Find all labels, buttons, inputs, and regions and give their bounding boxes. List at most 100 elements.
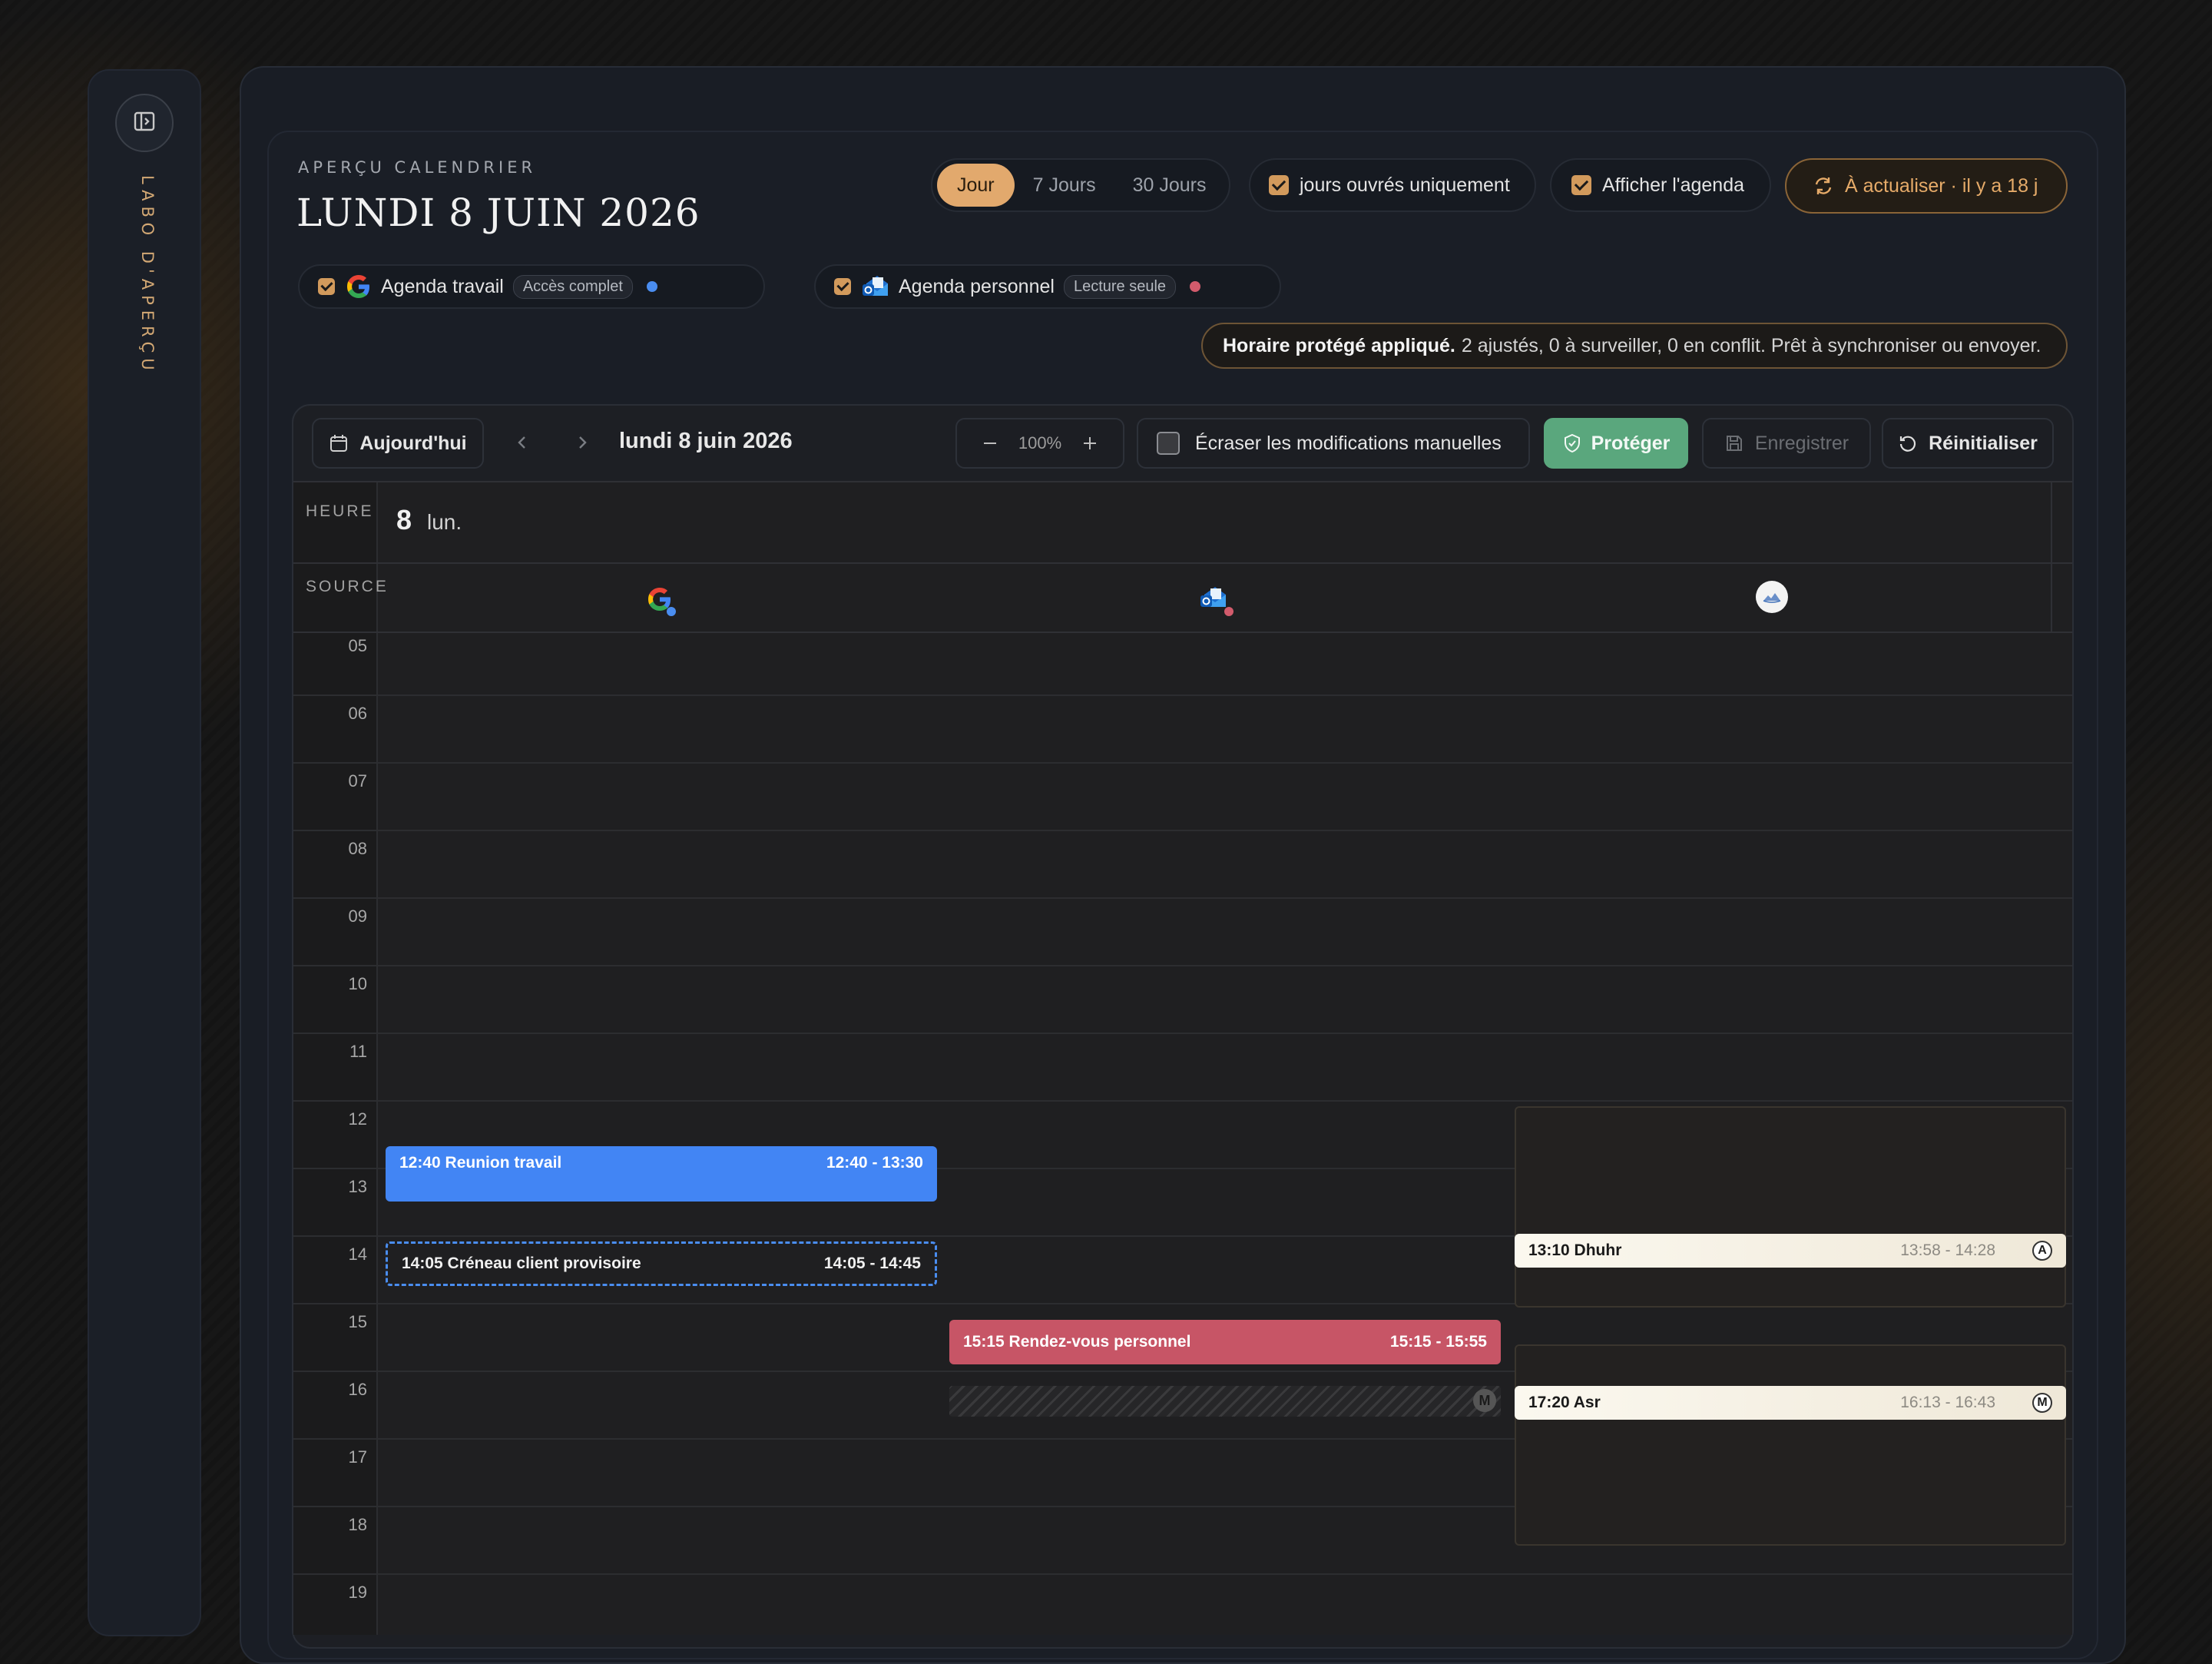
hour-label: 12 bbox=[348, 1109, 367, 1129]
view-option-7-days[interactable]: 7 Jours bbox=[1015, 164, 1114, 207]
today-label: Aujourd'hui bbox=[359, 432, 467, 454]
zoom-level: 100% bbox=[1018, 433, 1062, 452]
hour-label: 19 bbox=[348, 1583, 367, 1602]
hour-line bbox=[293, 1100, 2072, 1102]
zoom-in-icon[interactable] bbox=[1081, 435, 1098, 452]
event-personal[interactable]: 15:15 Rendez-vous personnel 15:15 - 15:5… bbox=[949, 1320, 1501, 1364]
hour-label: 10 bbox=[348, 974, 367, 993]
calendar-icon bbox=[329, 433, 349, 453]
event-time: 12:40 - 13:30 bbox=[826, 1154, 923, 1172]
show-agenda-checkbox[interactable] bbox=[1571, 175, 1591, 195]
today-button[interactable]: Aujourd'hui bbox=[312, 418, 484, 469]
google-icon bbox=[344, 272, 373, 301]
event-marker: M bbox=[2032, 1393, 2052, 1413]
calendar-work-name: Agenda travail bbox=[381, 275, 504, 297]
calendar-work-color-dot bbox=[646, 281, 657, 292]
status-banner: Horaire protégé appliqué. 2 ajustés, 0 à… bbox=[1201, 323, 2068, 369]
hour-label: 17 bbox=[348, 1447, 367, 1467]
event-title: 13:10 Dhuhr bbox=[1528, 1241, 1622, 1259]
event-time: 13:58 - 14:28 bbox=[1900, 1241, 1995, 1259]
calendar-personal-badge: Lecture seule bbox=[1063, 274, 1177, 299]
show-agenda-toggle[interactable]: Afficher l'agenda bbox=[1550, 158, 1771, 212]
view-option-day[interactable]: Jour bbox=[937, 164, 1015, 207]
event-title: 17:20 Asr bbox=[1528, 1394, 1601, 1411]
overwrite-label: Écraser les modifications manuelles bbox=[1195, 432, 1502, 454]
source-row-divider bbox=[293, 631, 2072, 633]
hour-label: 05 bbox=[348, 636, 367, 655]
chevron-left-icon[interactable] bbox=[510, 430, 535, 455]
event-client-slot[interactable]: 14:05 Créneau client provisoire 14:05 - … bbox=[386, 1241, 937, 1286]
event-title: 15:15 Rendez-vous personnel bbox=[963, 1333, 1191, 1351]
save-icon bbox=[1724, 433, 1744, 453]
outlook-icon bbox=[860, 271, 891, 302]
protect-label: Protéger bbox=[1591, 432, 1671, 454]
hour-line bbox=[293, 1033, 2072, 1034]
event-marker: A bbox=[2032, 1241, 2052, 1261]
prayer-window-asr bbox=[1515, 1344, 2066, 1546]
hour-label: 06 bbox=[348, 704, 367, 723]
hour-label: 07 bbox=[348, 771, 367, 791]
reset-button[interactable]: Réinitialiser bbox=[1882, 418, 2054, 469]
event-time: 16:13 - 16:43 bbox=[1900, 1394, 1995, 1411]
shield-check-icon bbox=[1562, 433, 1582, 453]
buffer-marker: M bbox=[1473, 1389, 1496, 1412]
zoom-control: 100% bbox=[955, 418, 1124, 469]
hour-label: 14 bbox=[348, 1245, 367, 1264]
hour-line bbox=[293, 694, 2072, 696]
status-text: 2 ajustés, 0 à surveiller, 0 en conflit.… bbox=[1461, 334, 2041, 356]
calendar-source-personal[interactable]: Agenda personnel Lecture seule bbox=[814, 264, 1281, 309]
calendar-work-checkbox[interactable] bbox=[318, 278, 335, 295]
hour-label: 13 bbox=[348, 1177, 367, 1196]
event-asr[interactable]: 17:20 Asr 16:13 - 16:43 M bbox=[1515, 1386, 2066, 1420]
view-option-30-days[interactable]: 30 Jours bbox=[1114, 164, 1225, 207]
view-switcher: Jour 7 Jours 30 Jours bbox=[931, 158, 1230, 212]
reset-icon bbox=[1898, 433, 1918, 453]
panel-toggle-icon bbox=[133, 110, 156, 137]
page-title: LUNDI 8 JUIN 2026 bbox=[296, 191, 700, 235]
day-header-divider bbox=[293, 562, 2072, 564]
hour-line bbox=[293, 830, 2072, 831]
hour-label: 15 bbox=[348, 1312, 367, 1331]
event-title: 14:05 Créneau client provisoire bbox=[402, 1255, 641, 1272]
sidebar-label: LABO D'APERÇU bbox=[138, 175, 157, 376]
source-row-header: SOURCE bbox=[306, 578, 389, 595]
calendar-source-work[interactable]: Agenda travail Accès complet bbox=[298, 264, 765, 309]
protect-button[interactable]: Protéger bbox=[1544, 418, 1688, 469]
hour-label: 11 bbox=[349, 1042, 367, 1061]
refresh-label: À actualiser · il y a 18 j bbox=[1845, 174, 2038, 197]
workdays-label: jours ouvrés uniquement bbox=[1300, 174, 1510, 196]
refresh-button[interactable]: À actualiser · il y a 18 j bbox=[1785, 158, 2068, 214]
source-google-icon bbox=[642, 582, 677, 618]
event-personal-buffer: M bbox=[949, 1386, 1501, 1417]
calendar-work-badge: Accès complet bbox=[512, 274, 633, 299]
refresh-icon bbox=[1813, 175, 1834, 197]
zoom-out-icon[interactable] bbox=[982, 435, 998, 452]
workdays-toggle[interactable]: jours ouvrés uniquement bbox=[1249, 158, 1536, 212]
hour-label: 18 bbox=[348, 1515, 367, 1534]
prayer-window-dhuhr bbox=[1515, 1106, 2066, 1308]
current-date-label: lundi 8 juin 2026 bbox=[619, 429, 793, 453]
overwrite-toggle[interactable]: Écraser les modifications manuelles bbox=[1137, 418, 1530, 469]
save-button[interactable]: Enregistrer bbox=[1702, 418, 1871, 469]
hour-label: 16 bbox=[348, 1380, 367, 1399]
event-time: 14:05 - 14:45 bbox=[823, 1255, 921, 1272]
hour-label: 08 bbox=[348, 839, 367, 858]
page-eyebrow: APERÇU CALENDRIER bbox=[298, 158, 537, 177]
hour-line bbox=[293, 965, 2072, 966]
grid-top-border bbox=[293, 481, 2072, 482]
calendar-personal-checkbox[interactable] bbox=[834, 278, 851, 295]
event-title: 12:40 Reunion travail bbox=[399, 1154, 562, 1172]
event-work-meeting[interactable]: 12:40 Reunion travail 12:40 - 13:30 bbox=[386, 1146, 937, 1202]
source-prayer-times-icon bbox=[1756, 581, 1788, 613]
event-time: 15:15 - 15:55 bbox=[1389, 1333, 1487, 1351]
overwrite-checkbox[interactable] bbox=[1157, 432, 1180, 455]
event-dhuhr[interactable]: 13:10 Dhuhr 13:58 - 14:28 A bbox=[1515, 1234, 2066, 1268]
chevron-right-icon[interactable] bbox=[570, 430, 594, 455]
workdays-checkbox[interactable] bbox=[1269, 175, 1289, 195]
hour-column-header: HEURE bbox=[306, 502, 374, 520]
reset-label: Réinitialiser bbox=[1929, 432, 2038, 454]
sidebar-toggle-button[interactable] bbox=[115, 94, 174, 152]
calendar-personal-name: Agenda personnel bbox=[899, 275, 1055, 297]
source-outlook-icon bbox=[1197, 581, 1233, 618]
day-number: 8 bbox=[396, 504, 412, 535]
